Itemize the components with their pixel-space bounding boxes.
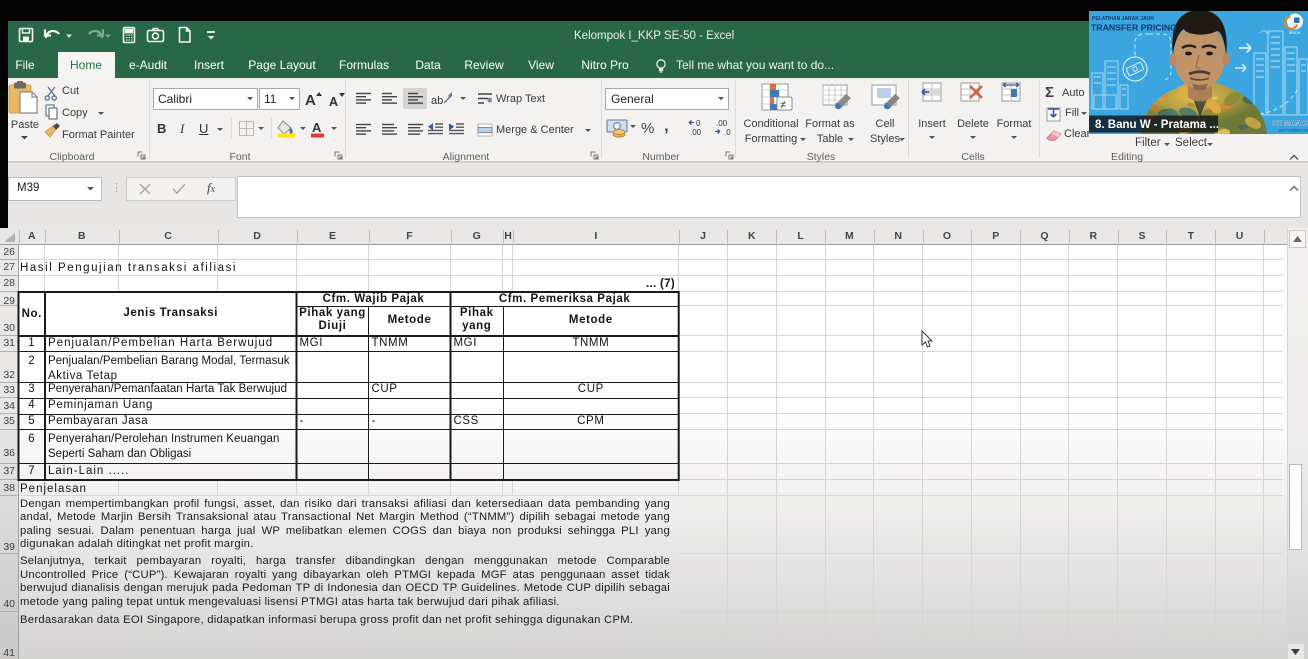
svg-text:0: 0 — [696, 119, 701, 128]
svg-text:8. Banu W - Pratama ...: 8. Banu W - Pratama ... — [1095, 119, 1219, 131]
svg-text:SEPTEMBER 2022: SEPTEMBER 2022 — [1278, 128, 1308, 133]
svg-text:.00: .00 — [716, 119, 728, 128]
svg-text:.0: .0 — [724, 128, 731, 137]
svg-text:A: A — [305, 92, 316, 109]
svg-text:TRANSFER PRICING: TRANSFER PRICING — [1091, 23, 1177, 33]
svg-text:A: A — [329, 95, 338, 109]
svg-text:DK MANADO: DK MANADO — [1272, 121, 1308, 128]
svg-text:A: A — [312, 120, 322, 135]
svg-text:ab: ab — [431, 95, 443, 107]
svg-text:PELATIHAN JARAK JAUH: PELATIHAN JARAK JAUH — [1092, 16, 1154, 22]
svg-text:BPSDM: BPSDM — [1289, 31, 1301, 35]
svg-text:.00: .00 — [690, 128, 702, 137]
svg-text:≠: ≠ — [780, 99, 786, 111]
